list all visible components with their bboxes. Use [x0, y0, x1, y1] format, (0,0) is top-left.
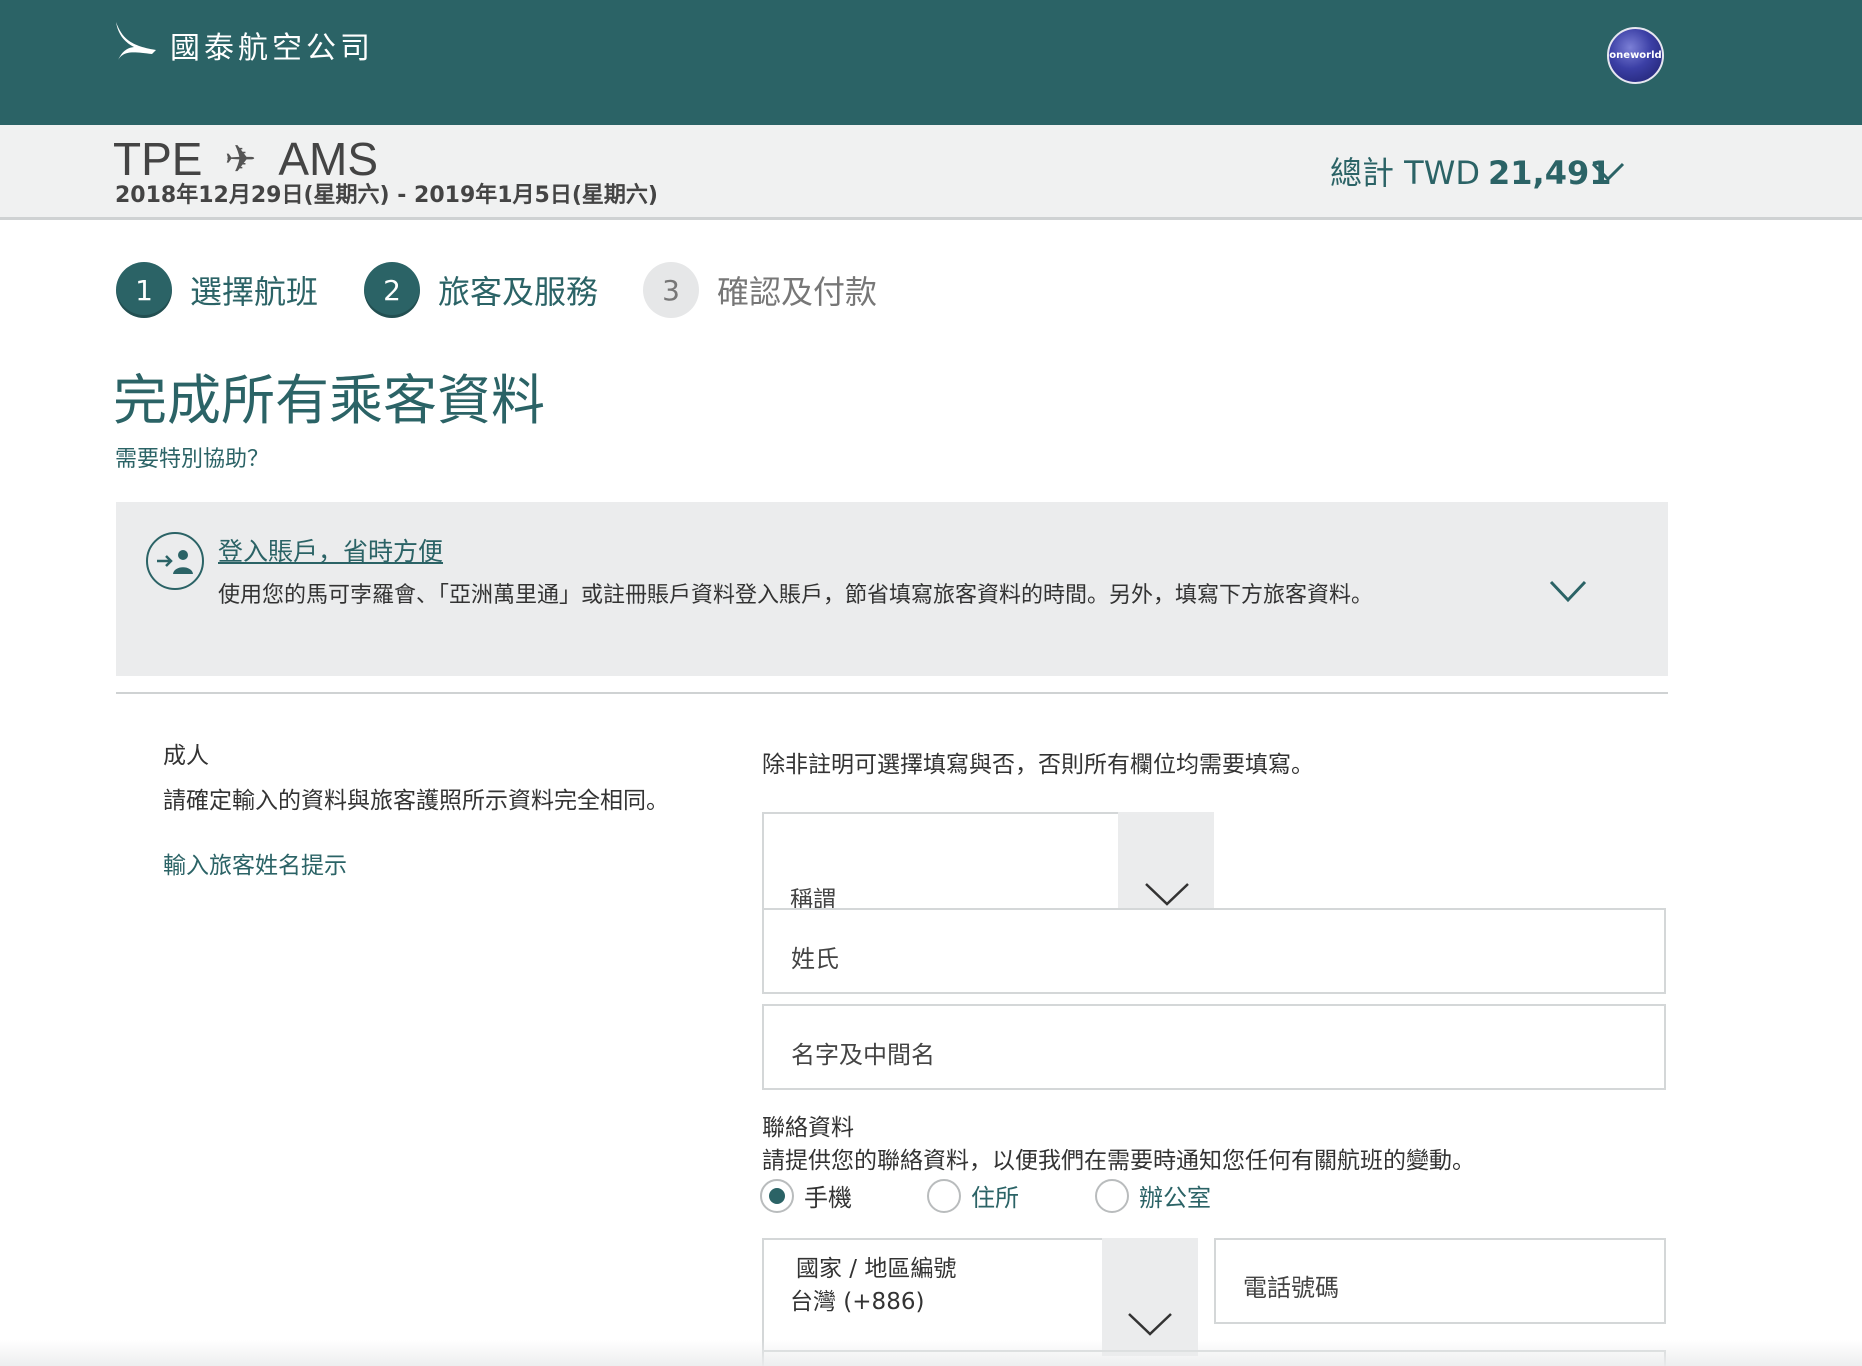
- total-label: 總計 TWD: [1330, 154, 1481, 192]
- radio-circle[interactable]: [1095, 1178, 1129, 1213]
- surname-input[interactable]: [762, 908, 1666, 994]
- step-number: 2: [364, 262, 420, 318]
- country-code-select-button[interactable]: [1102, 1238, 1198, 1356]
- radio-selected-dot: [769, 1187, 785, 1204]
- step-number: 1: [116, 262, 172, 318]
- user-arrow-icon: [157, 550, 193, 574]
- login-link[interactable]: 登入賬戶，省時方便: [218, 532, 443, 568]
- oneworld-badge-icon[interactable]: oneworld: [1607, 27, 1664, 84]
- travel-dates: 2018年12月29日(星期六) - 2019年1月5日(星期六): [115, 183, 658, 208]
- login-description: 使用您的馬可孛羅會、「亞洲萬里通」或註冊賬戶資料登入賬戶，節省填寫旅客資料的時間…: [218, 583, 1374, 608]
- brand-name: 國泰航空公司: [170, 31, 374, 66]
- passenger-type: 成人: [163, 743, 209, 769]
- total-price[interactable]: 總計 TWD 21,491: [1330, 148, 1612, 194]
- step-confirm-payment: 3 確認及付款: [643, 262, 877, 318]
- section-divider: [116, 692, 1668, 694]
- brand-logo[interactable]: 國泰航空公司: [112, 20, 374, 70]
- radio-home[interactable]: 住所: [927, 1178, 1019, 1213]
- required-fields-note: 除非註明可選擇填寫與否，否則所有欄位均需要填寫。: [762, 752, 1314, 778]
- brushwing-logo-icon: [116, 22, 156, 60]
- page-title: 完成所有乘客資料: [113, 369, 545, 432]
- country-code-value: 台灣 (+886): [790, 1289, 925, 1315]
- chevron-down-icon[interactable]: [1590, 152, 1626, 188]
- step-label: 旅客及服務: [438, 273, 599, 311]
- radio-office[interactable]: 辦公室: [1095, 1178, 1211, 1213]
- surname-label: 姓氏: [791, 945, 839, 973]
- radio-label: 辦公室: [1139, 1184, 1211, 1212]
- chevron-down-icon[interactable]: [1126, 1310, 1174, 1338]
- special-assistance-link[interactable]: 需要特別協助？: [115, 441, 269, 473]
- given-name-label: 名字及中間名: [791, 1041, 935, 1069]
- oneworld-text: oneworld: [1609, 50, 1662, 61]
- step-label: 確認及付款: [717, 273, 878, 311]
- login-user-icon: [146, 532, 204, 590]
- radio-label: 住所: [971, 1184, 1019, 1212]
- passport-note: 請確定輸入的資料與旅客護照所示資料完全相同。: [163, 788, 669, 814]
- step-select-flight: 1 選擇航班: [116, 262, 318, 318]
- contact-heading: 聯絡資料: [762, 1115, 854, 1141]
- contact-note: 請提供您的聯絡資料，以便我們在需要時通知您任何有關航班的變動。: [762, 1148, 1475, 1174]
- country-code-label: 國家 / 地區編號: [796, 1256, 957, 1282]
- bottom-fade: [0, 1340, 1862, 1366]
- airplane-icon: ✈: [224, 138, 257, 181]
- step-label: 選擇航班: [190, 273, 319, 311]
- phone-number-label: 電話號碼: [1243, 1274, 1339, 1302]
- chevron-down-icon[interactable]: [1143, 880, 1191, 908]
- radio-circle[interactable]: [927, 1178, 961, 1213]
- step-passengers-services: 2 旅客及服務: [364, 262, 598, 318]
- radio-mobile[interactable]: 手機: [760, 1178, 852, 1213]
- step-number: 3: [643, 262, 699, 318]
- chevron-down-icon[interactable]: [1548, 576, 1588, 606]
- name-tip-link[interactable]: 輸入旅客姓名提示: [163, 846, 347, 880]
- radio-label: 手機: [804, 1184, 852, 1212]
- radio-circle[interactable]: [760, 1178, 794, 1213]
